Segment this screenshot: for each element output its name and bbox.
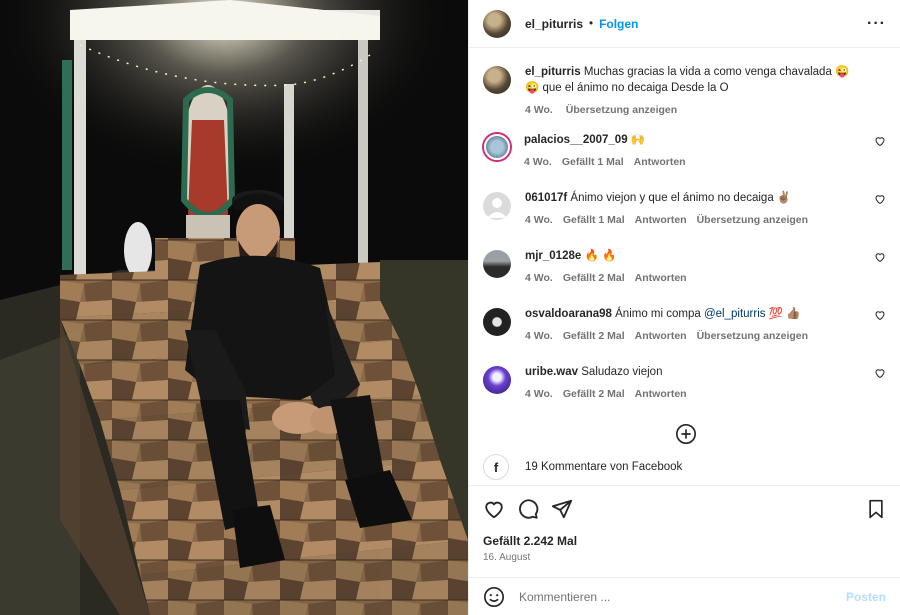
- facebook-icon: f: [483, 454, 509, 480]
- emoji-smiley-icon[interactable]: [483, 586, 505, 608]
- comment-username[interactable]: mjr_0128e: [525, 250, 581, 262]
- author-username[interactable]: el_piturris: [525, 17, 583, 31]
- more-horizontal-icon[interactable]: ···: [867, 15, 886, 33]
- comment-likes[interactable]: Gefällt 1 Mal: [562, 156, 624, 168]
- translate-button[interactable]: Übersetzung anzeigen: [697, 330, 808, 342]
- comment-mention[interactable]: @el_piturris: [704, 308, 766, 320]
- comment-time[interactable]: 4 Wo.: [525, 388, 553, 400]
- like-count[interactable]: Gefällt 2.242 Mal: [483, 534, 577, 548]
- commenter-avatar[interactable]: [483, 250, 511, 278]
- caption-meta: 4 Wo. Übersetzung anzeigen: [525, 102, 886, 118]
- comment-text: 🙌: [630, 134, 646, 146]
- caption-line-1: Muchas gracias la vida a como venga chav…: [583, 66, 850, 78]
- comment-text: Saludazo viejon: [581, 366, 663, 378]
- comment-bubble-icon[interactable]: [517, 498, 539, 520]
- comment-text-after: 💯 👍🏽: [768, 308, 801, 320]
- shrine-photo-illustration: [0, 0, 468, 615]
- post-date: 16. August: [483, 552, 531, 563]
- comment-likes[interactable]: Gefällt 2 Mal: [563, 330, 625, 342]
- comment-likes[interactable]: Gefällt 2 Mal: [563, 272, 625, 284]
- post-actions: Gefällt 2.242 Mal 16. August: [469, 485, 900, 581]
- commenter-avatar-default-icon[interactable]: [483, 192, 511, 220]
- caption-text: el_piturris Muchas gracias la vida a com…: [525, 64, 886, 96]
- comment-item: uribe.wav Saludazo viejon 4 Wo. Gefällt 2…: [483, 364, 886, 402]
- comment-item: palacios__2007_09 🙌 4 Wo. Gefällt 1 Mal An…: [483, 132, 886, 170]
- comment-input[interactable]: Kommentieren ...: [519, 590, 846, 604]
- reply-button[interactable]: Antworten: [634, 156, 686, 168]
- commenter-avatar[interactable]: [483, 308, 511, 336]
- caption-time[interactable]: 4 Wo.: [525, 104, 553, 116]
- separator-dot: •: [589, 17, 594, 30]
- comment-username[interactable]: uribe.wav: [525, 366, 578, 378]
- comment-likes[interactable]: Gefällt 2 Mal: [563, 388, 625, 400]
- comment-username[interactable]: 061017f: [525, 192, 567, 204]
- load-more-comments-icon[interactable]: [675, 423, 697, 445]
- comment-time[interactable]: 4 Wo.: [525, 214, 553, 226]
- caption-username[interactable]: el_piturris: [525, 66, 581, 78]
- comment-text: 🔥 🔥: [584, 250, 617, 262]
- post-header: el_piturris • Folgen ···: [469, 0, 900, 48]
- reply-button[interactable]: Antworten: [635, 214, 687, 226]
- follow-button[interactable]: Folgen: [599, 17, 638, 31]
- reply-button[interactable]: Antworten: [635, 388, 687, 400]
- comment-composer: Kommentieren ... Posten: [469, 577, 900, 615]
- caption-line-2: 😜 que el ánimo no decaiga Desde la O: [525, 82, 729, 94]
- facebook-comments-text[interactable]: 19 Kommentare von Facebook: [525, 461, 682, 473]
- comment-likes[interactable]: Gefällt 1 Mal: [563, 214, 625, 226]
- comment-username[interactable]: osvaldoarana98: [525, 308, 612, 320]
- comment-text: Ánimo viejon y que el ánimo no decaiga ✌…: [570, 192, 792, 204]
- comment-item: mjr_0128e 🔥 🔥 4 Wo. Gefällt 2 Mal Antworte…: [483, 248, 886, 286]
- caption-translate[interactable]: Übersetzung anzeigen: [566, 104, 677, 116]
- heart-icon[interactable]: [874, 135, 886, 147]
- commenter-avatar[interactable]: [483, 366, 511, 394]
- comment-item: osvaldoarana98 Ánimo mi compa @el_piturr…: [483, 306, 886, 344]
- author-avatar[interactable]: [483, 9, 511, 38]
- post-comment-button[interactable]: Posten: [846, 590, 886, 604]
- translate-button[interactable]: Übersetzung anzeigen: [697, 214, 808, 226]
- comment-time[interactable]: 4 Wo.: [525, 330, 553, 342]
- post-side-panel: el_piturris • Folgen ··· el_piturris Muc…: [468, 0, 900, 615]
- comment-username[interactable]: palacios__2007_09: [524, 134, 628, 146]
- reply-button[interactable]: Antworten: [635, 330, 687, 342]
- like-heart-icon[interactable]: [483, 498, 505, 520]
- caption: el_piturris Muchas gracias la vida a com…: [483, 64, 886, 118]
- caption-avatar[interactable]: [483, 66, 511, 94]
- post-photo[interactable]: [0, 0, 468, 615]
- save-bookmark-icon[interactable]: [866, 498, 886, 520]
- comment-time[interactable]: 4 Wo.: [524, 156, 552, 168]
- facebook-comments-link[interactable]: f 19 Kommentare von Facebook: [483, 454, 886, 480]
- heart-icon[interactable]: [874, 367, 886, 379]
- reply-button[interactable]: Antworten: [635, 272, 687, 284]
- heart-icon[interactable]: [874, 193, 886, 205]
- comment-item: 061017f Ánimo viejon y que el ánimo no d…: [483, 190, 886, 228]
- share-send-icon[interactable]: [551, 498, 573, 520]
- comment-time[interactable]: 4 Wo.: [525, 272, 553, 284]
- heart-icon[interactable]: [874, 309, 886, 321]
- commenter-avatar[interactable]: [484, 134, 510, 160]
- comment-text: Ánimo mi compa: [615, 308, 701, 320]
- heart-icon[interactable]: [874, 251, 886, 263]
